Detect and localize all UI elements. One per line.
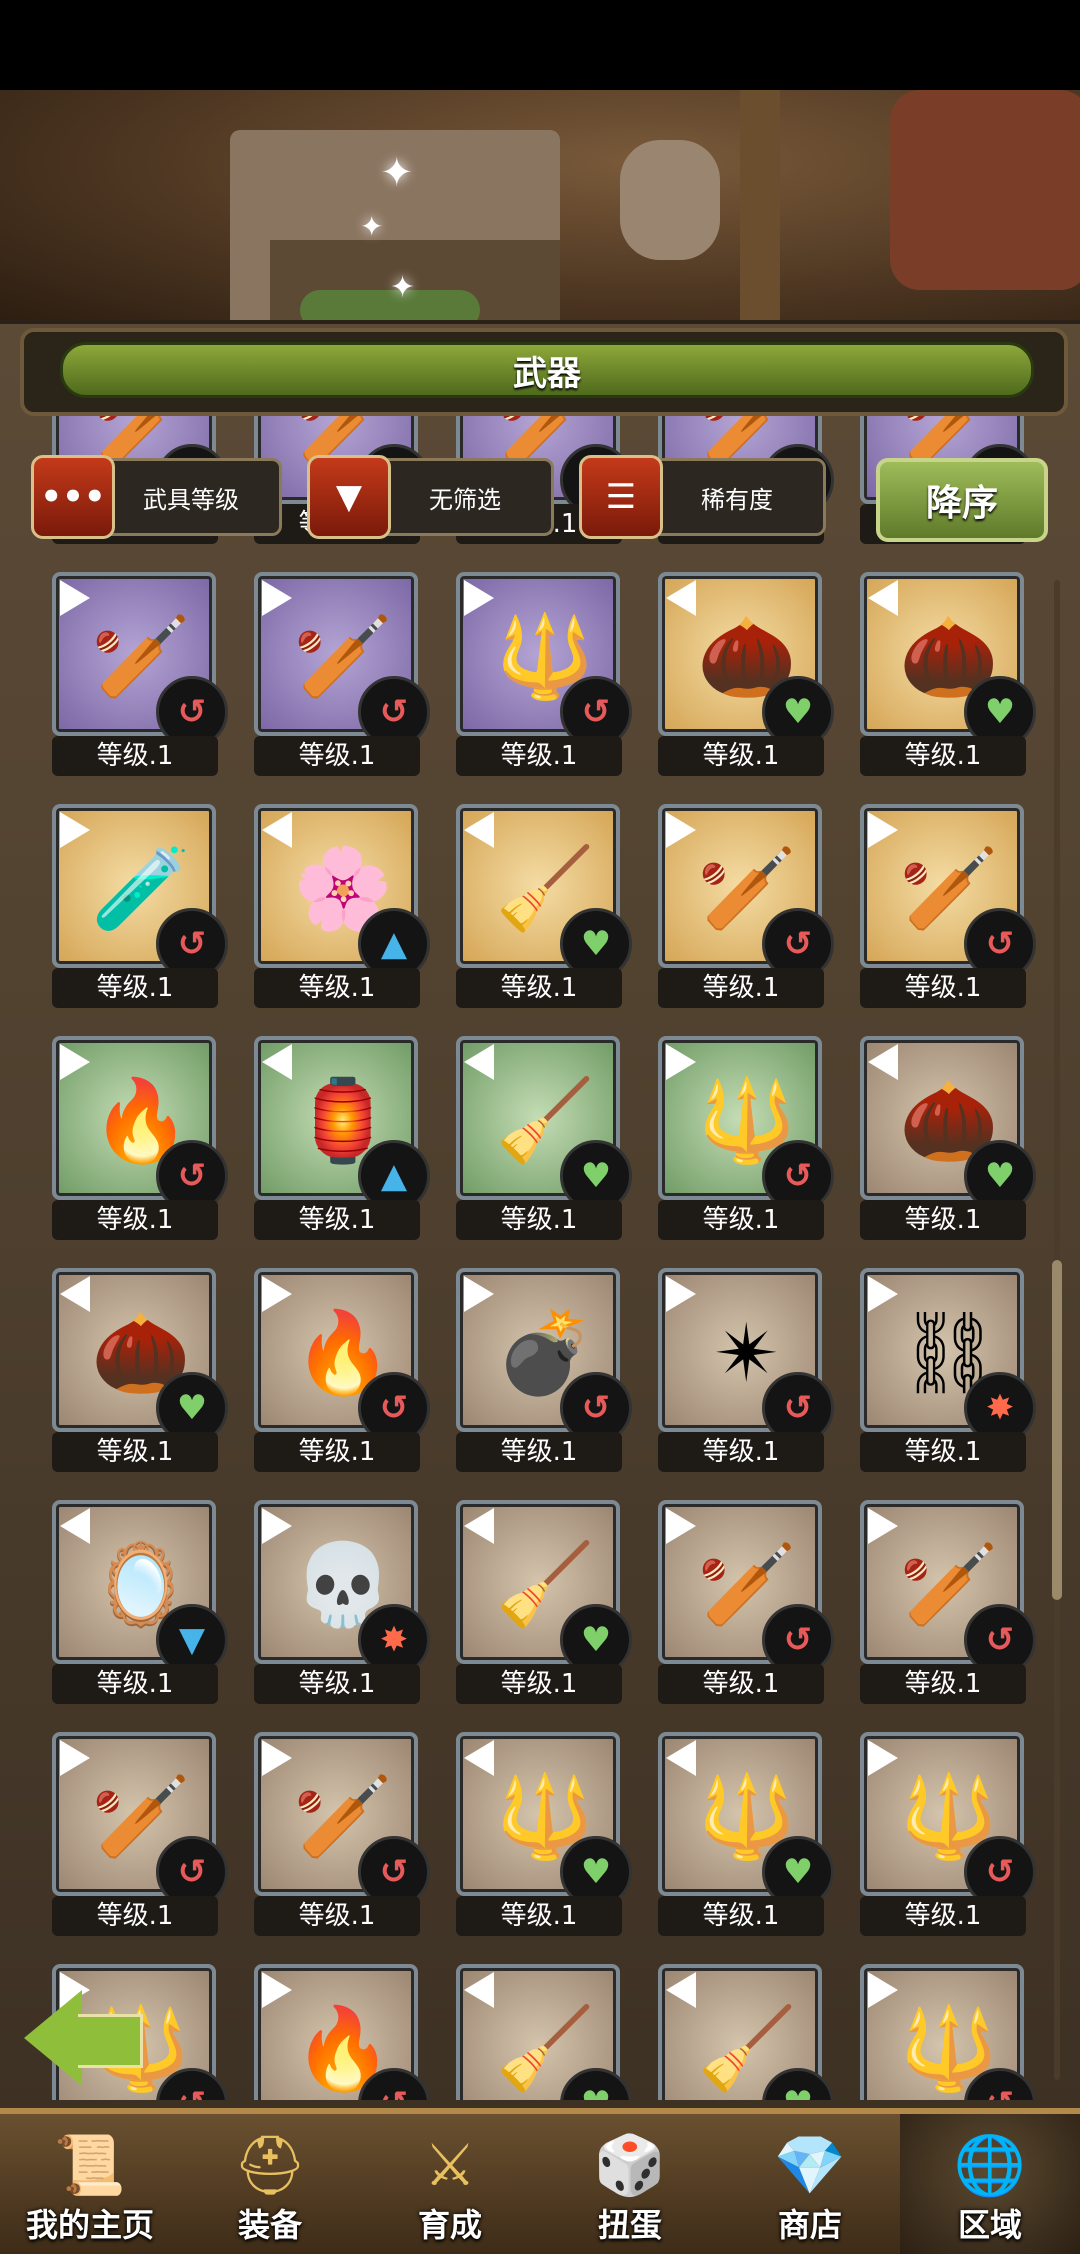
weapon-card[interactable]: 🔱 ♥ 等级.1 xyxy=(456,1732,632,1936)
level-label: 等级.1 xyxy=(456,1432,622,1472)
sword-icon: ⚔ xyxy=(424,2131,476,2199)
weapon-card[interactable]: 🔥↺等级.1 xyxy=(254,1268,430,1472)
level-label: 等级.1 xyxy=(860,1896,1026,1936)
level-label: 等级.1 xyxy=(52,1664,218,1704)
nav-item-label: 扭蛋 xyxy=(597,2206,662,2244)
weapon-card[interactable]: 🌰 ♥ 等级.1 xyxy=(860,1036,1036,1240)
weapon-card[interactable]: 🔱 ♥ 等级.1 xyxy=(658,1732,834,1936)
nav-item-label: 商店 xyxy=(777,2206,842,2244)
level-label: 等级.1 xyxy=(456,736,622,776)
sort-type-dropdown[interactable]: ••• 武具等级 xyxy=(31,455,282,539)
weapon-card[interactable]: 🌰 ♥ 等级.1 xyxy=(860,572,1036,776)
weapon-card[interactable]: 🔱↺等级.1 xyxy=(456,572,632,776)
scrollbar-thumb[interactable] xyxy=(1052,1260,1062,1600)
back-arrow-icon xyxy=(24,1990,82,2086)
ellipsis-icon: ••• xyxy=(31,455,115,539)
weapon-card[interactable]: 🔥↺等级.1 xyxy=(52,1036,228,1240)
weapon-card[interactable]: 🧹♥等级.1 xyxy=(658,1964,834,2100)
weapon-card[interactable]: ⛓ ✸ 等级.1 xyxy=(860,1268,1036,1472)
level-label: 等级.1 xyxy=(658,968,824,1008)
level-label: 等级.1 xyxy=(254,1432,420,1472)
page-title: 武器 xyxy=(513,353,581,394)
weapon-card[interactable]: 🌰 ♥ 等级.1 xyxy=(658,572,834,776)
bottom-nav: 📜 我的主页 ⛑ 装备 ⚔ 育成 🎲 扭蛋 💎 商店 🌐 区域 xyxy=(0,2108,1080,2254)
level-label: 等级.1 xyxy=(52,736,218,776)
filter-dropdown[interactable]: ▼ 无筛选 xyxy=(307,455,554,539)
nav-item[interactable]: 🎲 扭蛋 xyxy=(540,2114,720,2254)
weapon-card[interactable]: 🔱↺等级.1 xyxy=(860,1732,1036,1936)
weapon-card[interactable]: 🏏↺等级.1 xyxy=(658,1500,834,1704)
weapon-card[interactable]: 🪞 ▼ 等级.1 xyxy=(52,1500,228,1704)
level-label: 等级.1 xyxy=(658,1200,824,1240)
weapon-card[interactable]: 🏏↺等级.1 xyxy=(860,1500,1036,1704)
level-label: 等级.1 xyxy=(254,1200,420,1240)
level-label: 等级.1 xyxy=(52,1200,218,1240)
level-label: 等级.1 xyxy=(456,1896,622,1936)
weapon-card[interactable]: 💣 ↺ 等级.1 xyxy=(456,1268,632,1472)
gacha-icon: 🎲 xyxy=(593,2131,667,2199)
nav-item[interactable]: ⛑ 装备 xyxy=(180,2114,360,2254)
level-label: 等级.1 xyxy=(456,1200,622,1240)
level-label: 等级.1 xyxy=(658,1432,824,1472)
weapon-card[interactable]: 🏏↺等级.1 xyxy=(254,572,430,776)
level-label: 等级.1 xyxy=(52,1896,218,1936)
level-label: 等级.1 xyxy=(860,736,1026,776)
level-label: 等级.1 xyxy=(52,968,218,1008)
weapon-card[interactable]: 🔥↺等级.1 xyxy=(254,1964,430,2100)
weapon-card[interactable]: 🧹♥等级.1 xyxy=(456,1500,632,1704)
nav-item[interactable]: ⚔ 育成 xyxy=(360,2114,540,2254)
weapon-card[interactable]: 🏮 ▲ 等级.1 xyxy=(254,1036,430,1240)
status-bar xyxy=(0,0,1080,90)
level-label: 等级.1 xyxy=(658,736,824,776)
nav-item-label: 我的主页 xyxy=(25,2206,154,2244)
bars-icon: ☰ xyxy=(579,455,663,539)
level-label: 等级.1 xyxy=(860,968,1026,1008)
weapon-card[interactable]: 🌸 ▲ 等级.1 xyxy=(254,804,430,1008)
level-label: 等级.1 xyxy=(456,1664,622,1704)
level-label: 等级.1 xyxy=(456,968,622,1008)
level-label: 等级.1 xyxy=(52,1432,218,1472)
weapon-card[interactable]: 🔱↺等级.1 xyxy=(860,1964,1036,2100)
level-label: 等级.1 xyxy=(254,1664,420,1704)
weapon-card[interactable]: 🧹♥等级.1 xyxy=(456,804,632,1008)
nav-item-label: 育成 xyxy=(417,2206,482,2244)
weapon-card[interactable]: 🏏↺等级.1 xyxy=(658,804,834,1008)
weapon-card[interactable]: 💀 ✸ 等级.1 xyxy=(254,1500,430,1704)
weapon-card[interactable]: 🏏↺等级.1 xyxy=(52,1732,228,1936)
weapon-card[interactable]: 🌰 ♥ 等级.1 xyxy=(52,1268,228,1472)
background-scene: ✦ ✦ ✦ xyxy=(0,90,1080,330)
nav-item-label: 区域 xyxy=(957,2206,1022,2244)
scroll-map-icon: 📜 xyxy=(53,2131,127,2199)
level-label: 等级.1 xyxy=(254,736,420,776)
weapon-card[interactable]: 🏏↺等级.1 xyxy=(254,1732,430,1936)
rarity-dropdown[interactable]: ☰ 稀有度 xyxy=(579,455,826,539)
weapon-card[interactable]: ✴ ↺ 等级.1 xyxy=(658,1268,834,1472)
funnel-icon: ▼ xyxy=(307,455,391,539)
gem-icon: 💎 xyxy=(773,2131,847,2199)
helmet-icon: ⛑ xyxy=(233,2131,307,2199)
level-label: 等级.1 xyxy=(658,1896,824,1936)
back-button[interactable] xyxy=(24,1990,143,2086)
level-label: 等级.1 xyxy=(860,1664,1026,1704)
weapon-card[interactable]: 🏏↺等级.1 xyxy=(52,572,228,776)
nav-item[interactable]: 📜 我的主页 xyxy=(0,2114,180,2254)
weapon-card[interactable]: 🏏↺等级.1 xyxy=(860,804,1036,1008)
level-label: 等级.1 xyxy=(860,1200,1026,1240)
order-label: 降序 xyxy=(925,483,998,524)
level-label: 等级.1 xyxy=(254,968,420,1008)
weapon-grid[interactable]: 🏏↺等级.1🏏♥等级.1🏏♥等级.1🏏♥等级.1🏏↺等级.1🏏↺等级.1🏏↺等级… xyxy=(0,410,1080,2100)
level-label: 等级.1 xyxy=(860,1432,1026,1472)
globe-icon: 🌐 xyxy=(953,2131,1027,2199)
order-button[interactable]: 降序 xyxy=(876,458,1048,542)
weapon-card[interactable]: 🧹♥等级.1 xyxy=(456,1036,632,1240)
level-label: 等级.1 xyxy=(254,1896,420,1936)
nav-item-label: 装备 xyxy=(237,2206,302,2244)
weapon-card[interactable]: 🔱↺等级.1 xyxy=(658,1036,834,1240)
weapon-card[interactable]: 🧪 ↺ 等级.1 xyxy=(52,804,228,1008)
nav-item[interactable]: 💎 商店 xyxy=(720,2114,900,2254)
title-bar: 武器 xyxy=(20,328,1068,416)
nav-item[interactable]: 🌐 区域 xyxy=(900,2114,1080,2254)
weapon-card[interactable]: 🧹♥等级.1 xyxy=(456,1964,632,2100)
level-label: 等级.1 xyxy=(658,1664,824,1704)
